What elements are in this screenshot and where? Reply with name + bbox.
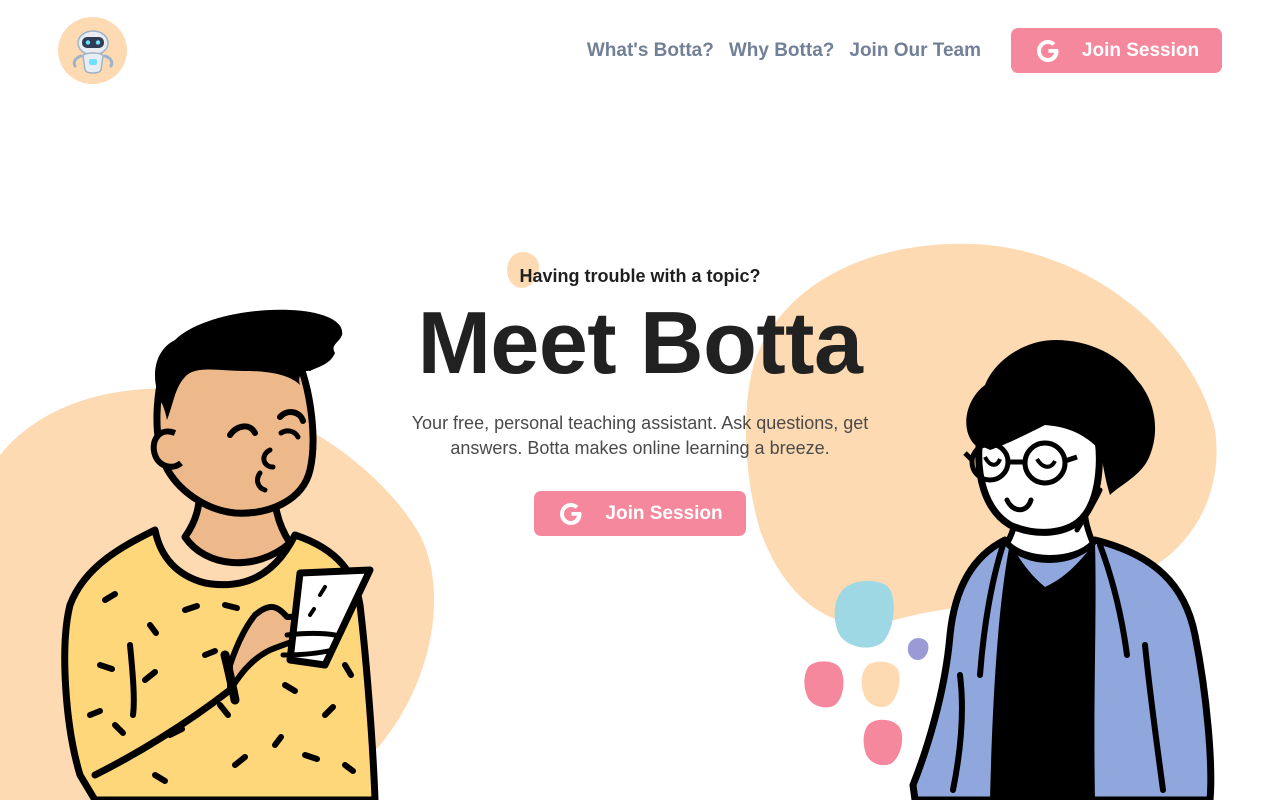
google-g-icon: [1034, 37, 1062, 65]
hero-headline: Meet Botta: [417, 293, 863, 392]
pink-dot-bottom: [863, 719, 903, 766]
nav-link-whats-botta[interactable]: What's Botta?: [587, 40, 714, 62]
header-join-session-label: Join Session: [1081, 39, 1200, 61]
header-join-session-button[interactable]: Join Session: [1011, 28, 1222, 73]
logo[interactable]: [58, 17, 127, 84]
hero-tagline: Having trouble with a topic?: [519, 266, 761, 286]
landing-page: What's Botta? Why Botta? Join Our Team J…: [0, 0, 1280, 800]
nav-link-join-our-team[interactable]: Join Our Team: [849, 40, 981, 62]
peach-dot-small: [861, 661, 900, 707]
pink-dot-left: [804, 661, 844, 708]
nav-link-why-botta[interactable]: Why Botta?: [729, 40, 835, 62]
hero-subtitle: Your free, personal teaching assistant. …: [411, 413, 869, 458]
top-nav: What's Botta? Why Botta? Join Our Team J…: [587, 28, 1222, 73]
man-with-phone-illustration: [61, 309, 379, 800]
woman-with-glasses-illustration: [909, 340, 1215, 800]
light-blue-dot: [834, 580, 894, 648]
hero-join-session-label: Join Session: [605, 502, 723, 524]
hero-section: Having trouble with a topic? Meet Botta …: [390, 250, 890, 536]
robot-icon: [72, 29, 113, 74]
hero-join-session-button[interactable]: Join Session: [534, 491, 746, 536]
google-g-icon: [557, 500, 585, 528]
